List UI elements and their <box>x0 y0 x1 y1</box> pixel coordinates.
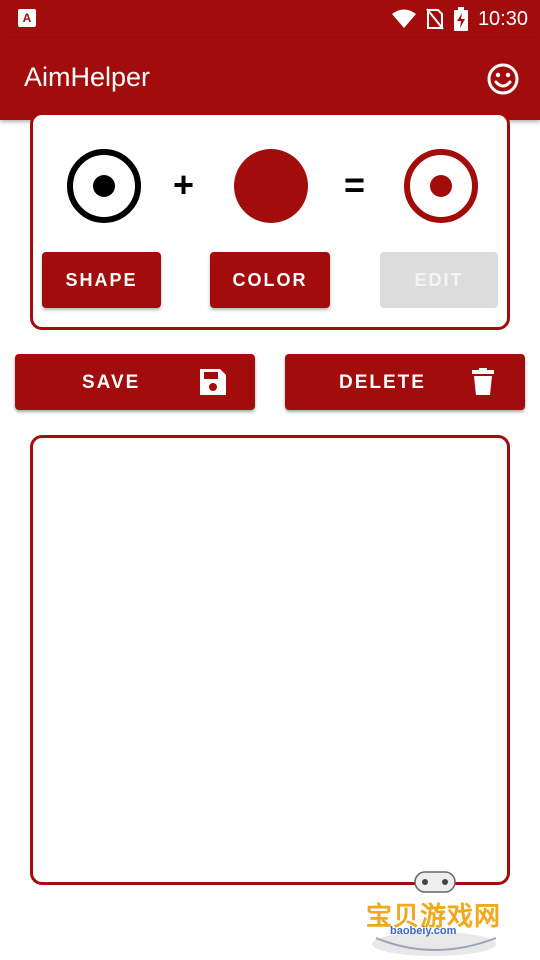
app-bar: AimHelper <box>0 38 540 120</box>
app-notification-icon: A <box>18 9 36 27</box>
equals-sign: = <box>344 164 366 205</box>
status-bar: A 10:30 <box>0 0 540 38</box>
color-preview-swatch <box>234 149 308 223</box>
shape-button[interactable]: SHAPE <box>42 252 161 308</box>
aim-preview-card: + = SHAPE COLOR EDIT <box>30 112 510 330</box>
color-button[interactable]: COLOR <box>210 252 330 308</box>
wifi-icon <box>391 9 416 28</box>
battery-charging-icon <box>453 7 468 31</box>
watermark-url: baobeiy.com <box>390 925 457 937</box>
plus-sign: + <box>173 164 195 205</box>
edit-button[interactable]: EDIT <box>380 252 498 308</box>
app-title: AimHelper <box>24 62 151 92</box>
result-crosshair-icon <box>404 149 478 223</box>
trash-icon <box>472 368 494 395</box>
no-sim-icon <box>426 8 444 30</box>
smiley-icon[interactable] <box>486 62 520 96</box>
clock: 10:30 <box>477 7 528 30</box>
shape-preview-icon <box>67 149 141 223</box>
status-icons: 10:30 <box>391 0 528 38</box>
floppy-disk-icon <box>200 369 226 395</box>
save-button-label: SAVE <box>82 372 141 393</box>
delete-button-label: DELETE <box>339 372 426 393</box>
save-button[interactable]: SAVE <box>15 354 255 410</box>
watermark-logo: 宝贝游戏网 baobeiy.com <box>362 868 512 958</box>
saved-crosshair-list[interactable] <box>30 435 510 885</box>
delete-button[interactable]: DELETE <box>285 354 525 410</box>
